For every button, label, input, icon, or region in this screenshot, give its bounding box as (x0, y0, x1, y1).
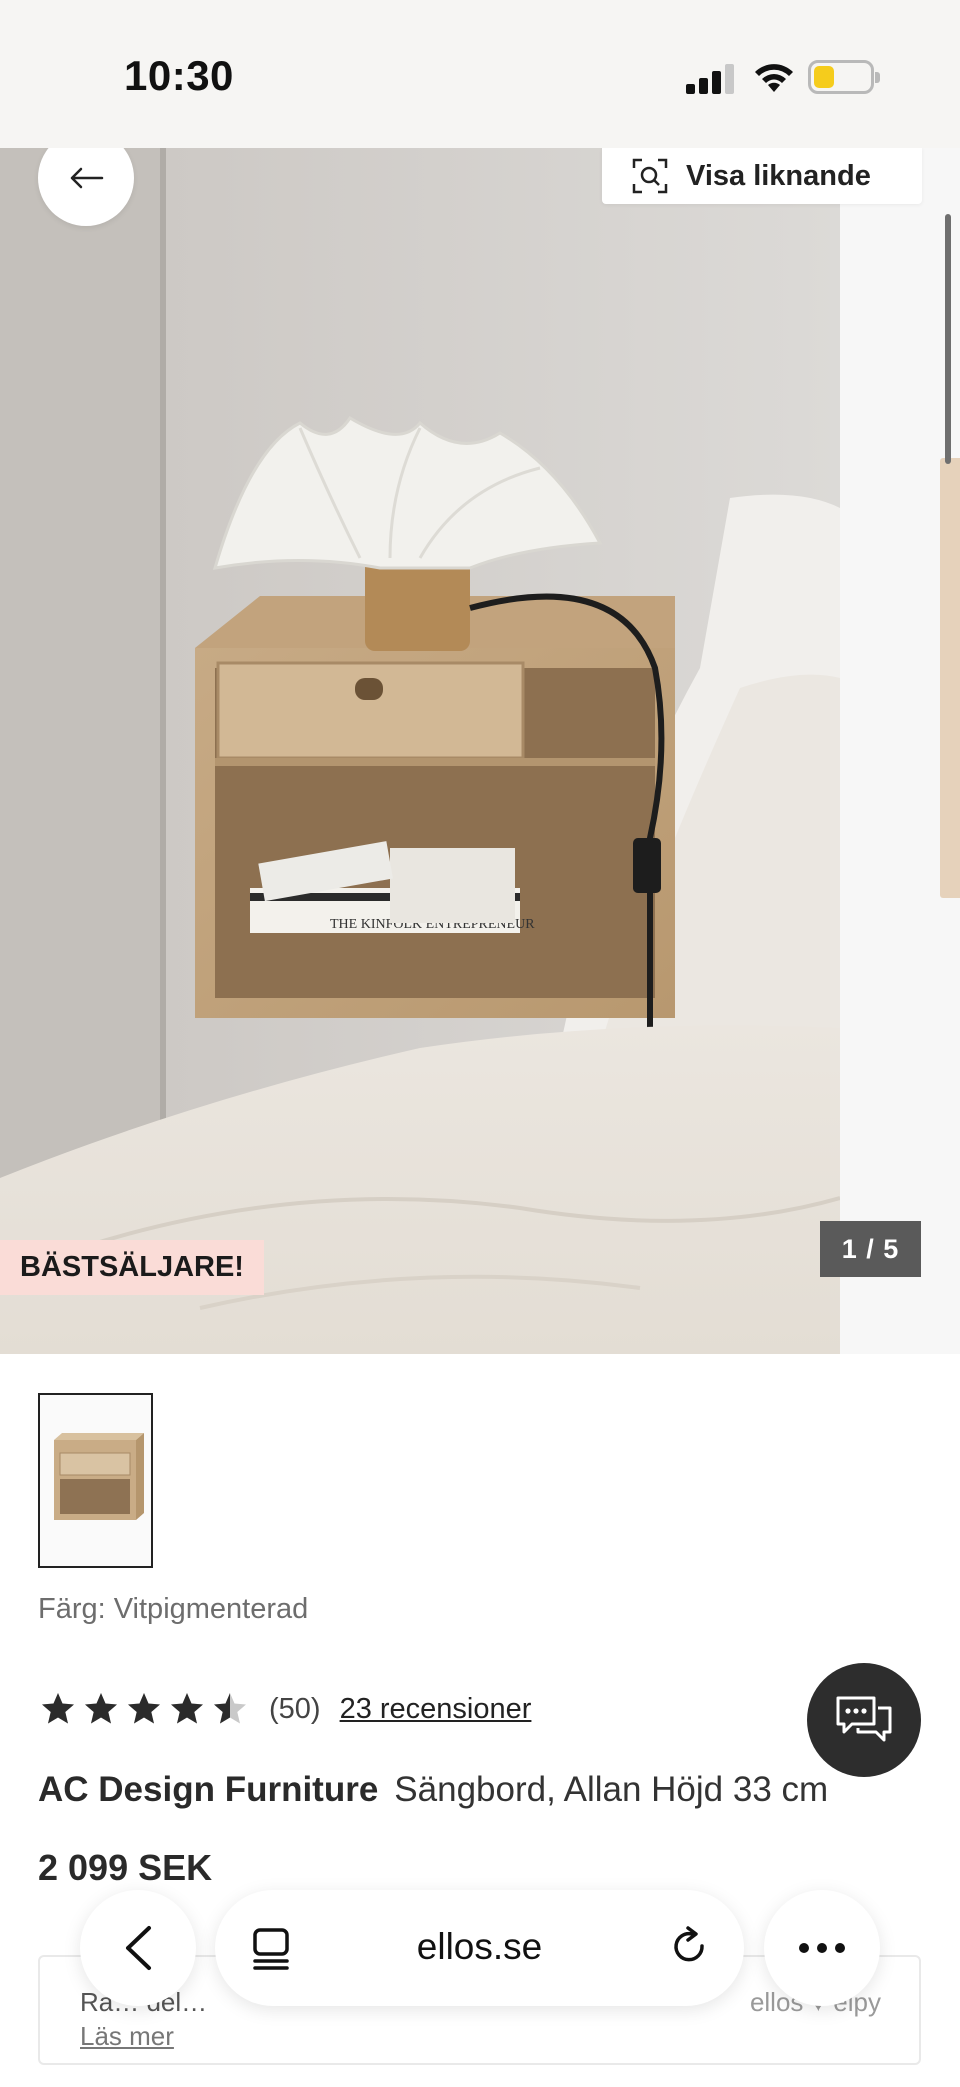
battery-icon (808, 60, 880, 94)
star-icon (85, 1693, 117, 1724)
reload-icon[interactable] (668, 1926, 712, 1970)
star-icon (42, 1693, 74, 1724)
url-text: ellos.se (416, 1926, 543, 1967)
product-price: 2 099 SEK (38, 1847, 213, 1888)
cellular-signal-icon (686, 64, 734, 94)
thumbnail-image (54, 1433, 144, 1520)
review-count: (50) (269, 1692, 321, 1725)
color-label: Färg: Vitpigmenterad (38, 1593, 309, 1625)
more-dots-icon (799, 1943, 845, 1953)
product-image[interactable]: THE KINFOLK ENTREPRENEUR (0, 148, 840, 1354)
product-title: AC Design Furniture Sängbord, Allan Höjd … (38, 1770, 828, 1810)
address-bar[interactable]: ellos.se (215, 1890, 744, 2006)
chat-bubbles-icon (836, 1696, 892, 1742)
star-icon (214, 1693, 246, 1724)
status-time: 10:30 (124, 52, 234, 99)
browser-toolbar: ellos.se (0, 1890, 960, 2006)
star-icon (171, 1693, 203, 1724)
reviews-link[interactable]: 23 recensioner (340, 1693, 532, 1726)
visa-liknande-label: Visa liknande (686, 159, 871, 192)
next-product-image[interactable] (840, 148, 960, 1354)
chevron-left-icon (126, 1926, 151, 1970)
bestseller-badge: BÄSTSÄLJARE! (0, 1240, 264, 1295)
rating-stars (40, 1691, 255, 1727)
visa-liknande-button[interactable]: Visa liknande (602, 148, 922, 204)
status-bar: 10:30 (0, 0, 960, 148)
star-icon (128, 1693, 160, 1724)
browser-back-button[interactable] (80, 1890, 196, 2006)
read-more-link[interactable]: Läs mer (80, 2021, 174, 2052)
image-counter: 1 / 5 (820, 1221, 921, 1277)
scroll-indicator[interactable] (945, 214, 951, 464)
wifi-icon (755, 64, 793, 92)
arrow-left-icon (70, 167, 104, 189)
chat-button[interactable] (807, 1663, 921, 1777)
product-brand[interactable]: AC Design Furniture (38, 1770, 378, 1809)
battery-level (814, 66, 834, 88)
rating-row: (50) 23 recensioner (40, 1686, 531, 1732)
visual-search-icon (632, 158, 668, 194)
product-name: Sängbord, Allan Höjd 33 cm (394, 1770, 829, 1809)
bedside-table-photo: THE KINFOLK ENTREPRENEUR (0, 148, 840, 1354)
more-button[interactable] (764, 1890, 880, 2006)
product-thumbnail[interactable] (38, 1393, 153, 1568)
product-image-gallery[interactable]: THE KINFOLK ENTREPRENEUR Visa liknande B… (0, 148, 960, 1354)
